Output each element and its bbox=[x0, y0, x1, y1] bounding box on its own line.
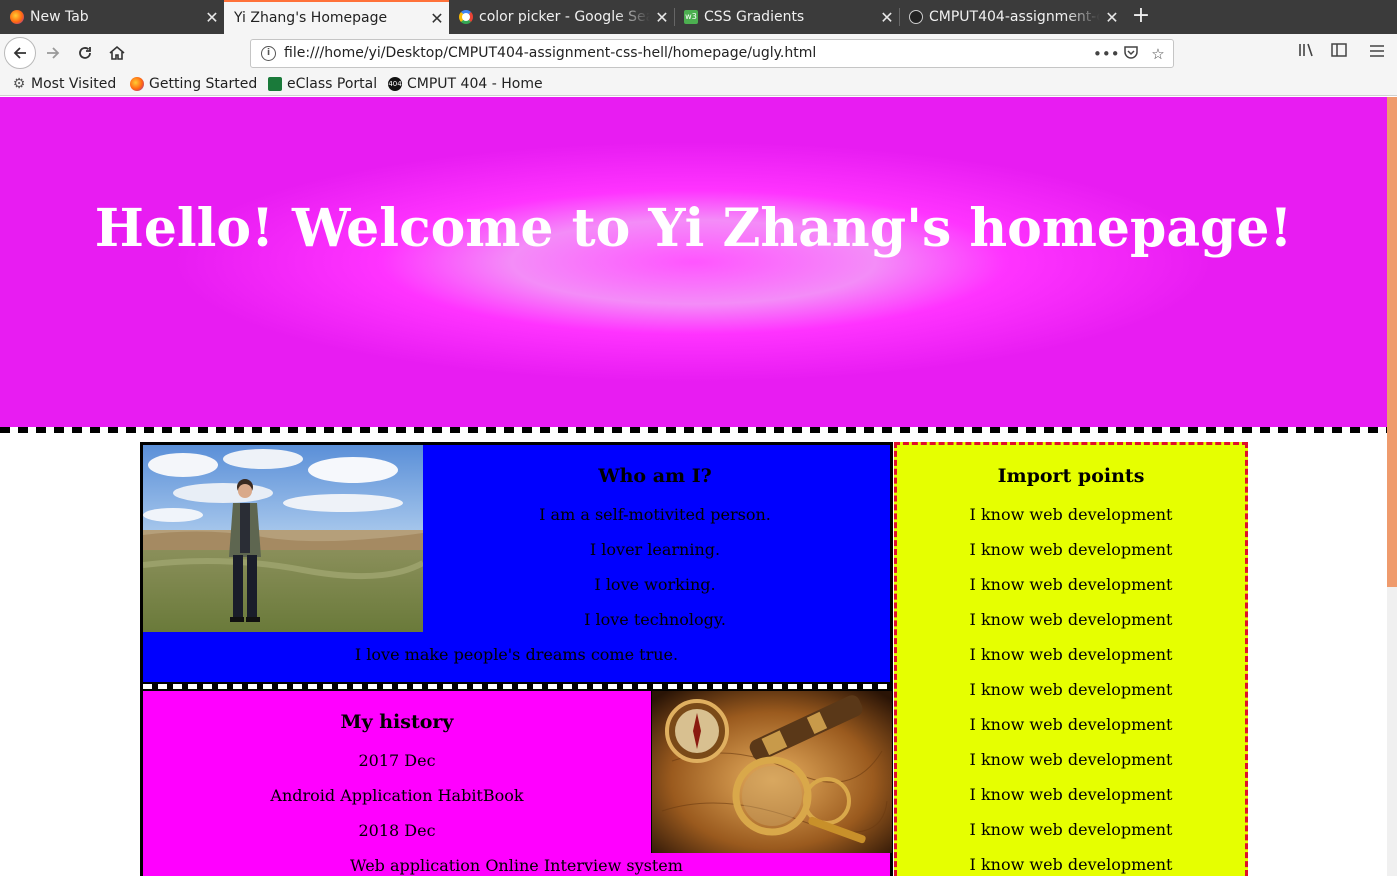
cmput404-icon: 404 bbox=[388, 77, 402, 91]
menu-icon[interactable] bbox=[1366, 42, 1388, 64]
home-button[interactable] bbox=[102, 38, 132, 68]
nav-bar: i file:///home/yi/Desktop/CMPUT404-assig… bbox=[0, 34, 1397, 72]
bookmark-label: eClass Portal bbox=[287, 76, 378, 92]
who-line: I love make people's dreams come true. bbox=[354, 645, 679, 664]
close-icon[interactable]: ✕ bbox=[425, 9, 449, 28]
back-button[interactable] bbox=[4, 37, 36, 69]
tab-yi-zhang-homepage[interactable]: Yi Zhang's Homepage ✕ bbox=[224, 0, 449, 34]
gear-icon: ⚙ bbox=[12, 76, 26, 92]
firefox-icon bbox=[10, 10, 24, 24]
home-icon bbox=[109, 45, 125, 60]
sidebar-item: I know web development bbox=[969, 610, 1173, 629]
sidebar-item: I know web development bbox=[969, 855, 1173, 874]
tab-title: New Tab bbox=[30, 9, 89, 25]
sidebar-title: Import points bbox=[997, 465, 1145, 487]
sidebar-item: I know web development bbox=[969, 505, 1173, 524]
bookmark-cmput404-home[interactable]: 404 CMPUT 404 - Home bbox=[388, 75, 543, 93]
history-title: My history bbox=[340, 711, 454, 733]
sidebar-item: I know web development bbox=[969, 715, 1173, 734]
bookmark-label: CMPUT 404 - Home bbox=[407, 76, 543, 92]
sidebar-item: I know web development bbox=[969, 540, 1173, 559]
scrollbar-thumb[interactable] bbox=[1387, 97, 1397, 587]
github-icon bbox=[909, 10, 923, 24]
sidebar-item: I know web development bbox=[969, 785, 1173, 804]
history-line: 2018 Dec bbox=[358, 821, 436, 840]
history-line: Android Application HabitBook bbox=[270, 786, 524, 805]
forward-arrow-icon bbox=[47, 47, 60, 59]
new-tab-button[interactable]: + bbox=[1128, 0, 1154, 34]
who-am-i-section: Who am I? I am a self-motivited person. … bbox=[143, 445, 890, 683]
page-viewport: Hello! Welcome to Yi Zhang's homepage! W… bbox=[0, 97, 1397, 876]
info-icon[interactable]: i bbox=[261, 46, 276, 61]
bookmark-label: Most Visited bbox=[31, 76, 117, 92]
bookmark-eclass-portal[interactable]: eClass Portal bbox=[268, 75, 377, 93]
hero-banner: Hello! Welcome to Yi Zhang's homepage! bbox=[0, 97, 1387, 427]
sidebar-item: I know web development bbox=[969, 750, 1173, 769]
tab-title: Yi Zhang's Homepage bbox=[234, 10, 388, 26]
tab-new-tab[interactable]: New Tab ✕ bbox=[0, 0, 224, 34]
page-title: Hello! Welcome to Yi Zhang's homepage! bbox=[94, 198, 1293, 259]
sidebar-item: I know web development bbox=[969, 575, 1173, 594]
w3schools-icon: w3 bbox=[684, 10, 698, 24]
back-arrow-icon bbox=[13, 47, 26, 59]
tab-title: CMPUT404-assignment-css-hell bbox=[929, 9, 1100, 25]
tab-color-picker[interactable]: color picker - Google Search ✕ bbox=[449, 0, 674, 34]
history-line: Web application Online Interview system bbox=[350, 856, 683, 875]
tab-title: CSS Gradients bbox=[704, 9, 805, 25]
close-icon[interactable]: ✕ bbox=[200, 8, 224, 27]
firefox-icon bbox=[130, 77, 144, 91]
my-history-section: My history 2017 Dec Android Application … bbox=[143, 691, 892, 876]
eclass-icon bbox=[268, 77, 282, 91]
sidebar-item: I know web development bbox=[969, 645, 1173, 664]
main-content-box: Who am I? I am a self-motivited person. … bbox=[140, 442, 893, 876]
tab-strip: New Tab ✕ Yi Zhang's Homepage ✕ color pi… bbox=[0, 0, 1397, 34]
hero-divider bbox=[0, 427, 1387, 433]
important-points-sidebar: Import points I know web development I k… bbox=[894, 442, 1248, 876]
bookmark-label: Getting Started bbox=[149, 76, 258, 92]
bookmarks-bar: ⚙ Most Visited Getting Started eClass Po… bbox=[0, 72, 1397, 96]
sidebar-item: I know web development bbox=[969, 680, 1173, 699]
forward-button[interactable] bbox=[38, 38, 68, 68]
reload-button[interactable] bbox=[70, 38, 100, 68]
url-bar[interactable]: i file:///home/yi/Desktop/CMPUT404-assig… bbox=[250, 39, 1174, 68]
close-icon[interactable]: ✕ bbox=[1100, 8, 1124, 27]
pocket-icon[interactable] bbox=[1121, 44, 1141, 64]
history-photo bbox=[651, 691, 892, 853]
vertical-scrollbar[interactable] bbox=[1387, 97, 1397, 876]
bookmark-getting-started[interactable]: Getting Started bbox=[130, 75, 257, 93]
sidebar-item: I know web development bbox=[969, 820, 1173, 839]
close-icon[interactable]: ✕ bbox=[650, 8, 674, 27]
reload-icon bbox=[79, 47, 91, 59]
tab-github-assignment[interactable]: CMPUT404-assignment-css-hell ✕ bbox=[899, 0, 1124, 34]
sidebar-toggle-icon[interactable] bbox=[1328, 42, 1350, 64]
page-actions-icon[interactable]: ••• bbox=[1093, 44, 1120, 64]
tab-title: color picker - Google Search bbox=[479, 9, 650, 25]
bookmark-star-icon[interactable]: ☆ bbox=[1148, 44, 1168, 64]
google-icon bbox=[459, 10, 473, 24]
section-divider bbox=[143, 682, 890, 691]
history-line: 2017 Dec bbox=[358, 751, 436, 770]
close-icon[interactable]: ✕ bbox=[875, 8, 899, 27]
url-text[interactable]: file:///home/yi/Desktop/CMPUT404-assignm… bbox=[284, 45, 816, 61]
library-icon[interactable] bbox=[1296, 42, 1318, 64]
bookmark-most-visited[interactable]: ⚙ Most Visited bbox=[12, 75, 117, 93]
tab-css-gradients[interactable]: w3 CSS Gradients ✕ bbox=[674, 0, 899, 34]
